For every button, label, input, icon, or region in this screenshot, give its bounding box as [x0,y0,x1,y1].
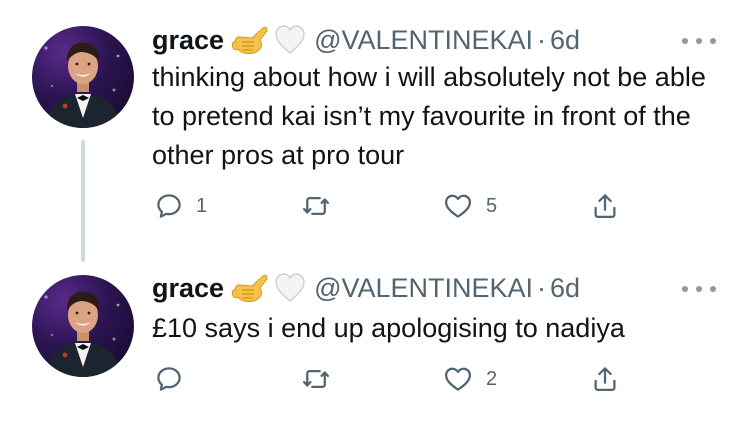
timestamp[interactable]: 6d [550,273,580,304]
author-name[interactable]: grace [152,25,224,56]
author-handle[interactable]: @VALENTINEKAI [314,25,533,56]
separator-dot: · [537,24,547,55]
retweet-button[interactable] [300,361,344,397]
tweet-header: grace @VALENTINEKAI · 6d [152,23,580,57]
tweet-header: grace @VALENTINEKAI · 6d [152,271,580,305]
like-button[interactable]: 2 [442,361,497,397]
tweet-text: thinking about how i will absolutely not… [152,62,706,170]
timestamp[interactable]: 6d [550,25,580,56]
reply-button[interactable] [154,361,196,397]
tweet[interactable]: grace @VALENTINEKAI · 6d £10 says i end … [0,250,750,422]
more-options-icon[interactable] [682,34,716,48]
author-name[interactable]: grace [152,273,224,304]
share-icon [594,367,616,391]
retweet-button[interactable] [300,188,344,224]
reply-button[interactable]: 1 [154,188,207,224]
like-count: 2 [486,367,498,390]
author-handle[interactable]: @VALENTINEKAI [314,273,533,304]
like-button[interactable]: 5 [442,188,497,224]
white-heart-icon [274,25,306,55]
thread-line [81,140,85,262]
retweet-icon [303,197,329,215]
like-count: 5 [486,194,498,217]
share-button[interactable] [590,188,620,224]
heart-icon [445,367,471,391]
more-options-icon[interactable] [682,282,716,296]
tweet[interactable]: grace @VALENTINEKAI · 6d thinking about … [0,0,750,262]
heart-icon [445,194,471,218]
tweet-actions: 2 [150,361,630,397]
tweet-actions: 1 5 [150,188,630,224]
retweet-icon [303,370,329,388]
separator-dot: · [537,272,547,303]
avatar[interactable] [32,275,134,377]
share-icon [594,194,616,218]
share-button[interactable] [590,361,620,397]
reply-count: 1 [196,194,208,217]
tweet-text: £10 says i end up apologising to nadiya [152,313,625,343]
white-heart-icon [274,273,306,303]
call-me-hand-icon [230,24,268,56]
avatar[interactable] [32,26,134,128]
reply-icon [157,367,181,391]
call-me-hand-icon [230,272,268,304]
reply-icon [157,194,181,218]
